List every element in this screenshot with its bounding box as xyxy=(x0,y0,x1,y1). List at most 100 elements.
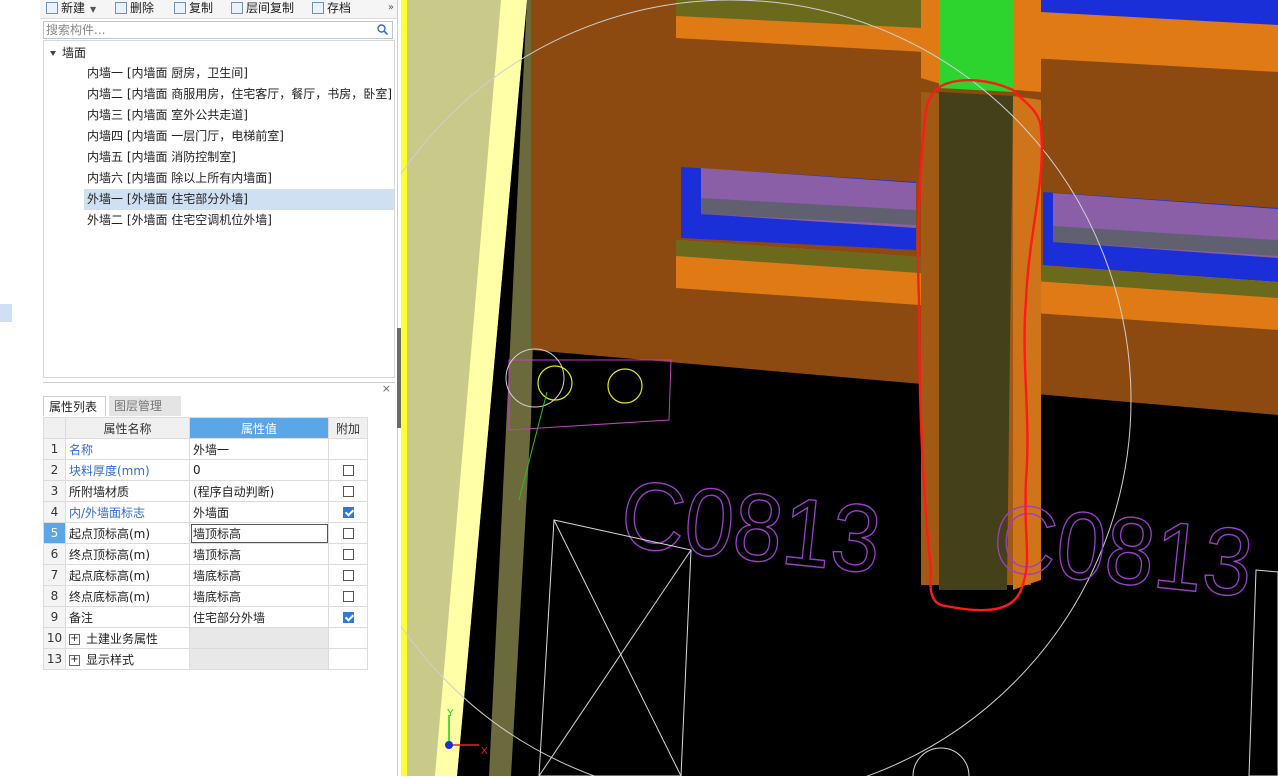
tree-item[interactable]: 内墙四 [内墙面 一层门厅，电梯前室] xyxy=(84,126,394,147)
row-number: 2 xyxy=(43,459,66,481)
property-row[interactable]: 6 终点顶标高(m) 墙顶标高 xyxy=(43,543,368,565)
extra-checkbox[interactable] xyxy=(342,549,354,560)
tree-root-wall-surface[interactable]: 墙面 xyxy=(50,44,86,62)
copy-button[interactable]: 复制 xyxy=(174,0,213,18)
header-extra[interactable]: 附加 xyxy=(328,417,368,439)
search-box xyxy=(43,21,393,39)
row-number: 4 xyxy=(43,501,66,523)
collapse-triangle-icon[interactable] xyxy=(50,51,56,56)
property-grid: 属性名称 属性值 附加 1 名称 外墙一 2 块料厚度(mm) 0 3 所附墙材质 (程序自动判… xyxy=(43,417,368,670)
row-number: 3 xyxy=(43,480,66,502)
tab-property-list[interactable]: 属性列表 xyxy=(43,396,106,416)
extra-checkbox[interactable] xyxy=(342,507,354,518)
property-row[interactable]: 2 块料厚度(mm) 0 xyxy=(43,459,368,481)
green-column-top xyxy=(939,0,1013,92)
property-value[interactable] xyxy=(189,627,329,649)
property-row[interactable]: 10 + 土建业务属性 xyxy=(43,627,368,649)
row-number: 13 xyxy=(43,648,66,670)
property-name: 起点底标高(m) xyxy=(65,564,190,586)
search-icon[interactable] xyxy=(377,24,388,35)
property-value[interactable]: 住宅部分外墙 xyxy=(189,606,329,628)
extra-checkbox[interactable] xyxy=(342,528,354,539)
row-number: 1 xyxy=(43,438,66,460)
property-name: 名称 xyxy=(65,438,190,460)
expand-plus-icon[interactable]: + xyxy=(69,633,80,645)
property-value[interactable]: 外墙一 xyxy=(189,438,329,460)
row-number: 5 xyxy=(43,522,66,544)
left-edge-marker xyxy=(0,304,12,322)
expand-plus-icon[interactable]: + xyxy=(69,654,80,666)
tree-item[interactable]: 内墙一 [内墙面 厨房，卫生间] xyxy=(84,63,394,84)
property-name-text: 内/外墙面标志 xyxy=(69,505,146,520)
property-name: + 显示样式 xyxy=(65,648,190,670)
search-input[interactable] xyxy=(44,22,366,38)
header-property-name[interactable]: 属性名称 xyxy=(65,417,190,439)
cad-3d-viewport[interactable]: C0813 C0813 Y X xyxy=(401,0,1278,776)
header-property-value[interactable]: 属性值 xyxy=(189,417,329,439)
property-row[interactable]: 8 终点底标高(m) 墙底标高 xyxy=(43,585,368,607)
property-name: 所附墙材质 xyxy=(65,480,190,502)
axis-origin-icon xyxy=(445,741,453,749)
property-value[interactable]: 墙底标高 xyxy=(189,585,329,607)
property-value[interactable]: 墙顶标高 xyxy=(189,543,329,565)
row-number: 10 xyxy=(43,627,66,649)
property-value[interactable]: (程序自动判断) xyxy=(189,480,329,502)
axis-x-label: X xyxy=(481,746,488,757)
property-name: 内/外墙面标志 xyxy=(65,501,190,523)
row-number: 7 xyxy=(43,564,66,586)
tree-item[interactable]: 内墙三 [内墙面 室外公共走道] xyxy=(84,105,394,126)
property-row[interactable]: 3 所附墙材质 (程序自动判断) xyxy=(43,480,368,502)
property-extra xyxy=(328,543,368,565)
extra-checkbox[interactable] xyxy=(342,465,354,476)
extra-checkbox[interactable] xyxy=(342,612,354,623)
property-extra xyxy=(328,648,368,670)
property-row[interactable]: 7 起点底标高(m) 墙底标高 xyxy=(43,564,368,586)
property-row[interactable]: 13 + 显示样式 xyxy=(43,648,368,670)
tree-root-label: 墙面 xyxy=(62,46,87,60)
property-row[interactable]: 5 起点顶标高(m) 墙顶标高 xyxy=(43,522,368,544)
floor-copy-button[interactable]: 层间复制 xyxy=(231,0,294,18)
delete-button[interactable]: 删除 xyxy=(115,0,154,18)
property-row[interactable]: 1 名称 外墙一 xyxy=(43,438,368,460)
extra-checkbox[interactable] xyxy=(342,591,354,602)
tree-item[interactable]: 外墙二 [外墙面 住宅空调机位外墙] xyxy=(84,210,394,231)
extra-checkbox[interactable] xyxy=(342,570,354,581)
new-button[interactable]: 新建 ▼ xyxy=(46,0,96,18)
property-name: + 土建业务属性 xyxy=(65,627,190,649)
property-extra xyxy=(328,438,368,460)
property-row[interactable]: 4 内/外墙面标志 外墙面 xyxy=(43,501,368,523)
tab-layer-management[interactable]: 图层管理 xyxy=(109,396,181,416)
yellow-edge-strip xyxy=(401,0,407,776)
property-name: 备注 xyxy=(65,606,190,628)
extra-checkbox[interactable] xyxy=(342,486,354,497)
property-row[interactable]: 9 备注 住宅部分外墙 xyxy=(43,606,368,628)
new-icon xyxy=(46,2,58,14)
property-value[interactable]: 墙底标高 xyxy=(189,564,329,586)
floor-copy-icon xyxy=(231,2,243,14)
property-value[interactable] xyxy=(189,648,329,670)
property-value[interactable]: 0 xyxy=(189,459,329,481)
row-number: 9 xyxy=(43,606,66,628)
toolbar: 新建 ▼ 删除 复制 层间复制 存档 » xyxy=(40,0,397,19)
chevron-down-icon[interactable]: ▼ xyxy=(90,5,96,14)
property-tabs: 属性列表 图层管理 xyxy=(43,396,395,416)
toolbar-overflow-icon[interactable]: » xyxy=(388,0,394,16)
property-name: 终点顶标高(m) xyxy=(65,543,190,565)
property-extra xyxy=(328,459,368,481)
property-extra xyxy=(328,627,368,649)
property-name-text: 块料厚度(mm) xyxy=(69,463,150,478)
property-value[interactable]: 外墙面 xyxy=(189,501,329,523)
property-name-text: 终点底标高(m) xyxy=(69,589,151,604)
floor-copy-button-label: 层间复制 xyxy=(246,1,295,15)
property-name-text: 备注 xyxy=(69,610,94,625)
save-button[interactable]: 存档 xyxy=(312,0,351,18)
row-number: 8 xyxy=(43,585,66,607)
close-icon[interactable]: × xyxy=(382,383,391,395)
tree-item[interactable]: 内墙二 [内墙面 商服用房，住宅客厅，餐厅，书房，卧室] xyxy=(84,84,394,105)
delete-icon xyxy=(115,2,127,14)
tree-item[interactable]: 内墙六 [内墙面 除以上所有内墙面] xyxy=(84,168,394,189)
tree-item-selected[interactable]: 外墙一 [外墙面 住宅部分外墙] xyxy=(84,189,394,210)
tree-item[interactable]: 内墙五 [内墙面 消防控制室] xyxy=(84,147,394,168)
property-extra xyxy=(328,585,368,607)
property-value[interactable]: 墙顶标高 xyxy=(189,522,329,544)
